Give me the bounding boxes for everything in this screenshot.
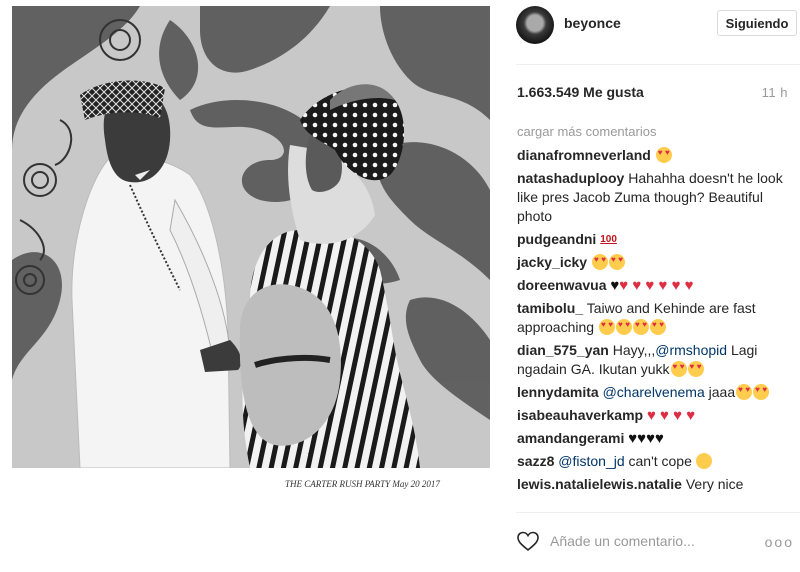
comment-item: dianafromneverland	[517, 146, 789, 165]
comment-username[interactable]: lennydamita	[517, 384, 599, 400]
comment-username[interactable]: amandangerami	[517, 430, 624, 446]
comment-username[interactable]: dian_575_yan	[517, 342, 609, 358]
black-heart-icon: ♥♥♥♥	[628, 430, 664, 447]
comment-username[interactable]: pudgeandni	[517, 231, 596, 247]
comment-username[interactable]: tamibolu_	[517, 300, 583, 316]
likes-count[interactable]: 1.663.549 Me gusta	[517, 84, 644, 100]
comment-item: isabeauhaverkamp ♥ ♥ ♥ ♥	[517, 406, 789, 425]
comment-item: doreenwavua ♥♥ ♥ ♥ ♥ ♥ ♥	[517, 276, 789, 295]
heart-icon: ♥ ♥ ♥ ♥	[646, 407, 696, 424]
heart-eyes-emoji-icon	[655, 147, 672, 163]
comment-username[interactable]: natashaduplooy	[517, 170, 624, 186]
mention-link[interactable]: @rmshopid	[655, 342, 727, 358]
heart-eyes-emoji-icon	[753, 384, 770, 400]
heart-eyes-emoji-icon	[649, 319, 666, 335]
more-options-icon[interactable]: ooo	[765, 534, 794, 550]
heart-icon: ♥ ♥ ♥ ♥ ♥ ♥	[619, 277, 694, 294]
comment-text: Hayy,,,	[612, 342, 656, 358]
heart-eyes-emoji-icon	[687, 361, 704, 377]
comment-item: pudgeandni 100	[517, 230, 789, 249]
following-button[interactable]: Siguiendo	[717, 10, 797, 36]
heart-eyes-emoji-icon	[608, 254, 625, 270]
comment-username[interactable]: lewis.natalielewis.natalie	[517, 476, 682, 492]
comment-list: dianafromneverland natashaduplooy Hahahh…	[517, 146, 789, 498]
comment-text: can't cope	[624, 453, 692, 469]
comment-item: sazz8 @fiston_jd can't cope	[517, 452, 789, 471]
post-photo[interactable]: THE CARTER RUSH PARTY May 20 2017	[0, 0, 500, 572]
comment-item: tamibolu_ Taiwo and Kehinde are fast app…	[517, 299, 789, 337]
comment-item: jacky_icky	[517, 253, 789, 272]
comment-username[interactable]: jacky_icky	[517, 254, 587, 270]
black-heart-icon: ♥	[610, 277, 620, 294]
comment-item: lewis.natalielewis.natalie Very nice	[517, 475, 789, 494]
crying-emoji-icon	[695, 453, 712, 469]
author-username[interactable]: beyonce	[564, 15, 621, 31]
comment-username[interactable]: doreenwavua	[517, 277, 606, 293]
comment-item: dian_575_yan Hayy,,,@rmshopid Lagi ngada…	[517, 341, 789, 379]
heart-eyes-emoji-icon	[632, 319, 649, 335]
add-comment-input[interactable]	[550, 530, 750, 552]
heart-outline-icon[interactable]	[516, 530, 540, 552]
heart-eyes-emoji-icon	[598, 319, 615, 335]
hundred-points-emoji-icon: 100	[600, 234, 617, 245]
load-more-comments-link[interactable]: cargar más comentarios	[517, 124, 656, 139]
post-time[interactable]: 11 h	[762, 85, 788, 100]
heart-eyes-emoji-icon	[615, 319, 632, 335]
comment-item: lennydamita @charelvenema jaaa	[517, 383, 789, 402]
footer-divider	[516, 512, 800, 513]
heart-eyes-emoji-icon	[736, 384, 753, 400]
comment-username[interactable]: sazz8	[517, 453, 554, 469]
comment-item: natashaduplooy Hahahha doesn't he look l…	[517, 169, 789, 226]
photo-caption: THE CARTER RUSH PARTY May 20 2017	[285, 479, 440, 489]
heart-eyes-emoji-icon	[591, 254, 608, 270]
comment-text: jaaa	[704, 384, 736, 400]
mention-link[interactable]: @fiston_jd	[558, 453, 624, 469]
header-divider	[516, 64, 800, 65]
photo-illustration: THE CARTER RUSH PARTY May 20 2017	[0, 6, 500, 572]
heart-eyes-emoji-icon	[670, 361, 687, 377]
comment-username[interactable]: dianafromneverland	[517, 147, 651, 163]
mention-link[interactable]: @charelvenema	[603, 384, 705, 400]
instagram-post: THE CARTER RUSH PARTY May 20 2017 beyonc…	[0, 0, 800, 572]
comment-item: amandangerami ♥♥♥♥	[517, 429, 789, 448]
profile-avatar[interactable]	[516, 6, 554, 44]
comment-username[interactable]: isabeauhaverkamp	[517, 407, 643, 423]
comment-text: Very nice	[685, 476, 744, 492]
post-side-panel: beyonce Siguiendo 1.663.549 Me gusta 11 …	[500, 0, 800, 572]
